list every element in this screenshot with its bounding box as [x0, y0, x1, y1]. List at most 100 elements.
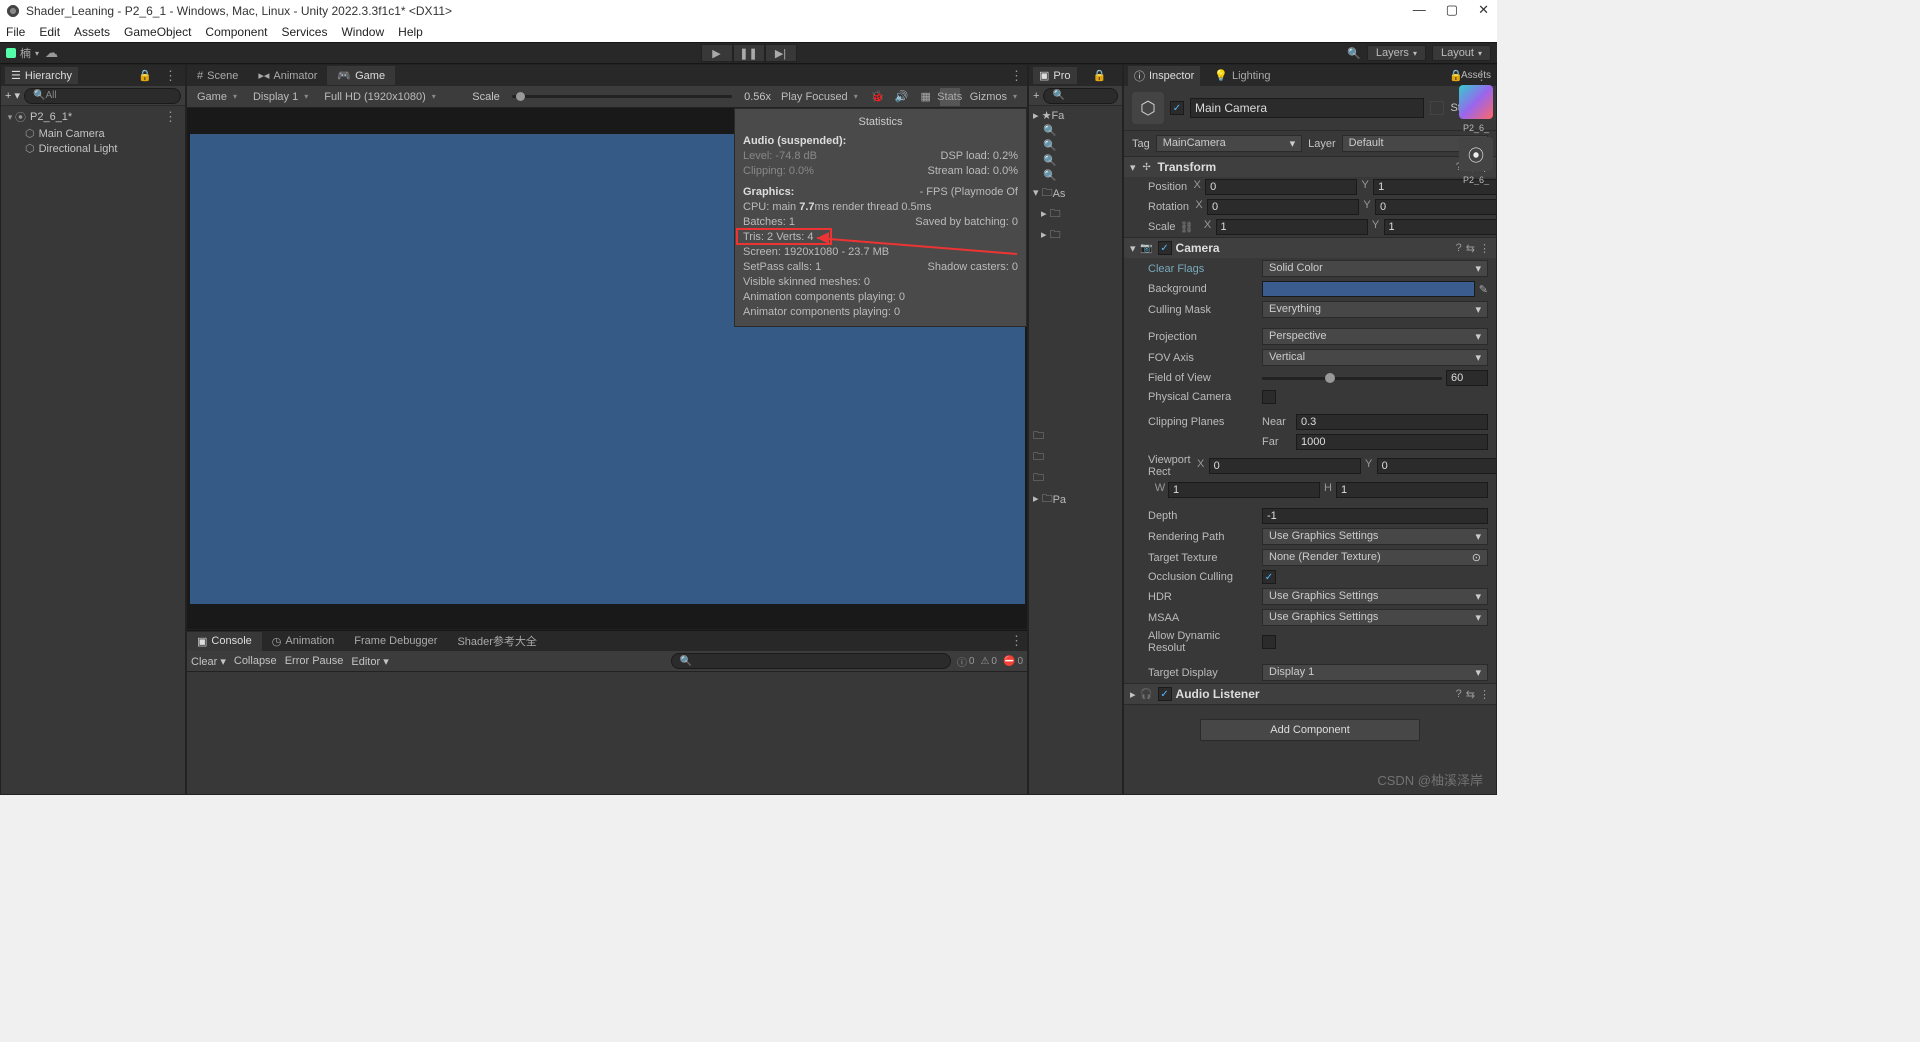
scene-menu-icon[interactable]: ⋮ [160, 109, 181, 125]
preset-icon[interactable]: ⇆ [1466, 688, 1475, 701]
fav-search-icon[interactable]: 🔍 [1031, 168, 1120, 183]
fov-axis-dropdown[interactable]: Vertical▾ [1262, 349, 1488, 366]
menu-edit[interactable]: Edit [39, 25, 60, 39]
play-focused-dropdown[interactable]: Play Focused▾ [775, 90, 864, 104]
preset-icon[interactable]: ⇆ [1466, 242, 1475, 255]
asset-thumbnail[interactable]: ⦿ [1459, 137, 1493, 171]
menu-gameobject[interactable]: GameObject [124, 25, 191, 39]
msaa-dropdown[interactable]: Use Graphics Settings▾ [1262, 609, 1488, 626]
scene-row[interactable]: ▾⦿P2_6_1*⋮ [1, 108, 185, 126]
view-menu-icon[interactable]: ⋮ [1006, 68, 1027, 84]
help-icon[interactable]: ? [1456, 688, 1462, 700]
project-add[interactable]: + [1033, 90, 1039, 102]
viewport-w[interactable] [1168, 482, 1320, 498]
hdr-dropdown[interactable]: Use Graphics Settings▾ [1262, 588, 1488, 605]
static-checkbox[interactable] [1430, 101, 1444, 115]
global-search-icon[interactable]: 🔍 [1347, 47, 1361, 60]
project-tab[interactable]: ▣ Pro [1033, 67, 1077, 84]
viewport-x[interactable] [1209, 458, 1361, 474]
far-plane[interactable] [1296, 434, 1488, 450]
audio-listener-enabled[interactable]: ✓ [1158, 687, 1172, 701]
component-menu-icon[interactable]: ⋮ [1479, 242, 1490, 255]
clear-button[interactable]: Clear ▾ [191, 655, 226, 668]
scene-tab[interactable]: # Scene [187, 67, 248, 85]
folder[interactable]: 🗀 [1031, 426, 1120, 447]
bug-icon[interactable]: 🐞 [868, 88, 888, 106]
game-tab[interactable]: 🎮 Game [327, 66, 395, 85]
hierarchy-item-camera[interactable]: ⬡Main Camera [1, 126, 185, 141]
gameobject-name-field[interactable] [1190, 98, 1424, 118]
physical-camera-checkbox[interactable] [1262, 390, 1276, 404]
fav-search-icon[interactable]: 🔍 [1031, 138, 1120, 153]
hierarchy-item-light[interactable]: ⬡Directional Light [1, 141, 185, 156]
fov-value[interactable] [1446, 370, 1488, 386]
close-button[interactable]: ✕ [1478, 2, 1489, 18]
background-color[interactable] [1262, 281, 1475, 297]
menu-assets[interactable]: Assets [74, 25, 110, 39]
menu-services[interactable]: Services [281, 25, 327, 39]
lighting-tab[interactable]: 💡 Lighting [1208, 67, 1276, 84]
gizmos-dropdown[interactable]: Gizmos▾ [964, 90, 1023, 104]
hierarchy-menu-icon[interactable]: ⋮ [160, 68, 181, 84]
shader-ref-tab[interactable]: Shader参考大全 [447, 630, 546, 652]
fav-search-icon[interactable]: 🔍 [1031, 153, 1120, 168]
packages-folder[interactable]: ▸ 🗀 Pa [1031, 489, 1120, 510]
rotation-y[interactable] [1375, 199, 1496, 215]
favorites-row[interactable]: ▸ ★ Fa [1031, 108, 1120, 123]
menu-component[interactable]: Component [205, 25, 267, 39]
cloud-icon[interactable]: ☁ [45, 45, 58, 61]
menu-window[interactable]: Window [341, 25, 384, 39]
editor-dropdown[interactable]: Editor ▾ [351, 655, 388, 668]
component-menu-icon[interactable]: ⋮ [1479, 688, 1490, 701]
scale-y[interactable] [1384, 219, 1497, 235]
info-count[interactable]: ⓘ 0 [957, 654, 975, 669]
near-plane[interactable] [1296, 414, 1488, 430]
fav-search-icon[interactable]: 🔍 [1031, 123, 1120, 138]
transform-header[interactable]: ▾✢Transform ?⇆⋮ [1124, 157, 1496, 177]
warn-count[interactable]: ⚠ 0 [980, 656, 997, 667]
console-tab[interactable]: ▣ Console [187, 632, 262, 651]
console-menu-icon[interactable]: ⋮ [1006, 633, 1027, 649]
camera-header[interactable]: ▾📷 ✓ Camera ?⇆⋮ [1124, 238, 1496, 258]
folder[interactable]: ▸ 🗀 [1031, 225, 1120, 246]
create-dropdown[interactable]: + ▾ [5, 89, 20, 102]
hierarchy-search[interactable]: 🔍 All [24, 88, 181, 104]
game-mode-dropdown[interactable]: Game▾ [191, 90, 243, 104]
inspector-tab[interactable]: ⓘ Inspector [1128, 66, 1200, 86]
display-dropdown[interactable]: Display 1▾ [247, 90, 314, 104]
stats-toggle[interactable]: Stats [940, 88, 960, 106]
play-button[interactable]: ▶ [701, 44, 733, 62]
collapse-toggle[interactable]: Collapse [234, 655, 277, 667]
viewport-h[interactable] [1336, 482, 1488, 498]
camera-enabled[interactable]: ✓ [1158, 241, 1172, 255]
lock-icon[interactable]: 🔒 [1093, 69, 1107, 82]
target-texture-field[interactable]: None (Render Texture)⊙ [1262, 549, 1488, 566]
occlusion-checkbox[interactable]: ✓ [1262, 570, 1276, 584]
step-button[interactable]: ▶| [765, 44, 797, 62]
gameobject-enabled[interactable]: ✓ [1170, 101, 1184, 115]
layout-dropdown[interactable]: Layout▾ [1432, 45, 1491, 61]
menu-file[interactable]: File [6, 25, 25, 39]
audio-mute-icon[interactable]: 🔊 [892, 88, 912, 106]
maximize-button[interactable]: ▢ [1446, 2, 1458, 18]
animator-tab[interactable]: ▸◂ Animator [248, 66, 327, 85]
fov-slider[interactable] [1262, 377, 1442, 380]
frame-debugger-tab[interactable]: Frame Debugger [344, 632, 447, 650]
project-search[interactable]: 🔍 [1043, 88, 1118, 104]
menu-help[interactable]: Help [398, 25, 423, 39]
folder[interactable]: 🗀 [1031, 468, 1120, 489]
animation-tab[interactable]: ◷ Animation [262, 632, 345, 651]
layers-dropdown[interactable]: Layers▾ [1367, 45, 1426, 61]
dynamic-resolution-checkbox[interactable] [1262, 635, 1276, 649]
clear-flags-dropdown[interactable]: Solid Color▾ [1262, 260, 1488, 277]
folder[interactable]: ▸ 🗀 [1031, 204, 1120, 225]
projection-dropdown[interactable]: Perspective▾ [1262, 328, 1488, 345]
audio-listener-header[interactable]: ▸🎧 ✓ Audio Listener ?⇆⋮ [1124, 684, 1496, 704]
resolution-dropdown[interactable]: Full HD (1920x1080)▾ [318, 90, 468, 104]
add-component-button[interactable]: Add Component [1200, 719, 1420, 741]
asset-thumbnail[interactable] [1459, 85, 1493, 119]
rendering-path-dropdown[interactable]: Use Graphics Settings▾ [1262, 528, 1488, 545]
error-pause-toggle[interactable]: Error Pause [285, 655, 344, 667]
console-search[interactable]: 🔍 [671, 653, 951, 669]
assets-folder[interactable]: ▾ 🗀 As [1031, 183, 1120, 204]
